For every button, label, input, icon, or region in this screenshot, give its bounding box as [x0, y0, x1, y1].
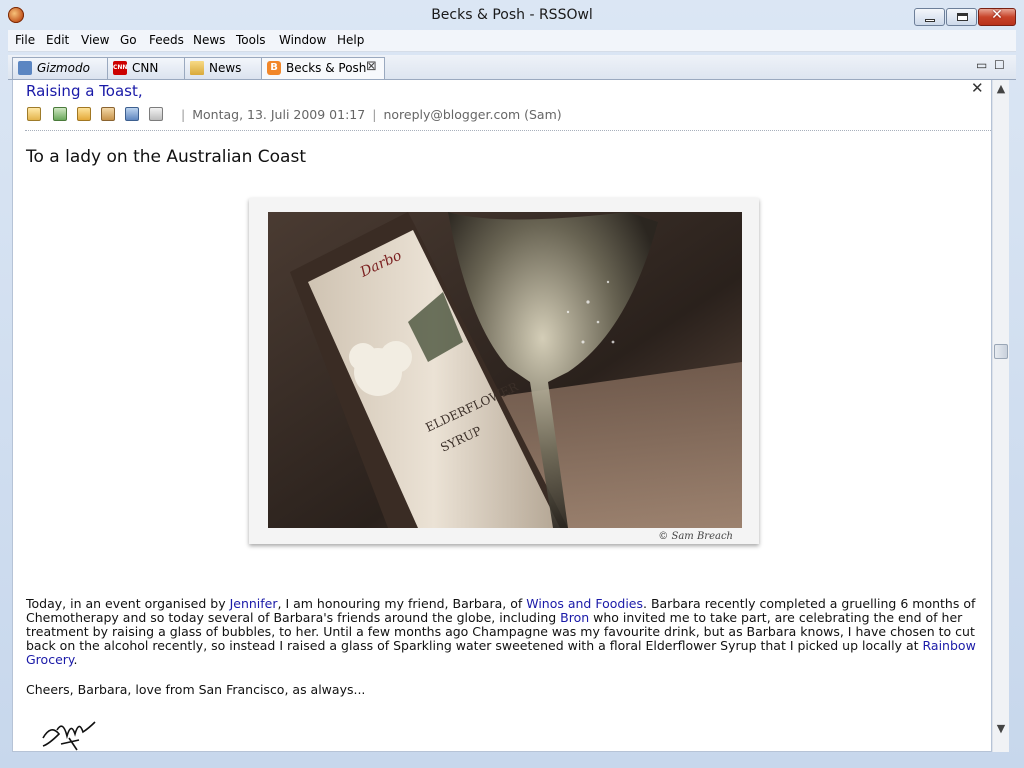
article-title-link[interactable]: Raising a Toast, [26, 82, 143, 100]
article-photo-frame: ELDERFLOWER SYRUP Darbo © Sam Breach [249, 198, 759, 544]
close-article-icon[interactable]: ✕ [971, 80, 984, 97]
tab-bar: Gizmodo CNN CNN News B Becks & Posh ⊠ ▭ … [8, 55, 1016, 80]
minimize-button[interactable] [914, 8, 945, 26]
signature-image [42, 721, 96, 751]
menu-tools[interactable]: Tools [236, 33, 266, 47]
tab-label: News [209, 61, 242, 75]
body-text: . [73, 652, 78, 667]
link-jennifer[interactable]: Jennifer [230, 596, 278, 611]
article-headline: To a lady on the Australian Coast [26, 147, 306, 167]
close-icon: ✕ [991, 7, 1003, 23]
close-window-button[interactable]: ✕ [978, 7, 1016, 26]
article-body: Today, in an event organised by Jennifer… [26, 597, 986, 667]
window-title: Becks & Posh - RSSOwl [431, 7, 593, 23]
minimize-icon [925, 19, 935, 22]
folder-icon [190, 61, 204, 75]
close-tab-icon[interactable]: ⊠ [366, 59, 377, 74]
menu-window[interactable]: Window [279, 33, 326, 47]
scroll-down-icon[interactable]: ▼ [993, 722, 1009, 735]
article-photo[interactable]: ELDERFLOWER SYRUP Darbo [268, 212, 742, 528]
scrollbar-thumb[interactable] [994, 344, 1008, 359]
article-meta: | Montag, 13. Juli 2009 01:17 | noreply@blo… [181, 107, 562, 122]
tab-label: CNN [132, 61, 159, 75]
tab-news[interactable]: News [184, 57, 262, 79]
blogger-icon: B [267, 61, 281, 75]
link-bron[interactable]: Bron [560, 610, 589, 625]
minimize-view-icon[interactable]: ▭ [976, 58, 987, 72]
edit-icon[interactable] [27, 107, 41, 121]
vertical-scrollbar[interactable]: ▲ ▼ [992, 80, 1009, 752]
body-text: Today, in an event organised by [26, 596, 230, 611]
application-window: Becks & Posh - RSSOwl ✕ File Edit View G… [0, 0, 1024, 768]
maximize-view-icon[interactable]: ☐ [994, 58, 1005, 72]
article-signoff: Cheers, Barbara, love from San Francisco… [26, 682, 366, 697]
meta-divider [25, 130, 991, 131]
archive-icon[interactable] [101, 107, 115, 121]
article-viewer: Raising a Toast, ✕ | Montag, 13. Juli 200… [12, 80, 992, 752]
rss-feed-icon [18, 61, 32, 75]
link-winos-and-foodies[interactable]: Winos and Foodies [526, 596, 643, 611]
tab-label: Becks & Posh [286, 61, 367, 75]
tab-becks-posh[interactable]: B Becks & Posh ⊠ [261, 57, 385, 79]
title-bar[interactable]: Becks & Posh - RSSOwl ✕ [0, 0, 1024, 30]
tab-cnn[interactable]: CNN CNN [107, 57, 185, 79]
move-to-folder-icon[interactable] [77, 107, 91, 121]
menu-go[interactable]: Go [120, 33, 137, 47]
maximize-button[interactable] [946, 8, 977, 26]
menu-news[interactable]: News [193, 33, 225, 47]
menu-file[interactable]: File [15, 33, 35, 47]
menu-bar: File Edit View Go Feeds News Tools Windo… [8, 30, 1016, 52]
article-author[interactable]: noreply@blogger.com (Sam) [383, 107, 561, 122]
tab-label: Gizmodo [37, 61, 90, 75]
tab-gizmodo[interactable]: Gizmodo [12, 57, 108, 79]
cnn-logo-icon: CNN [113, 61, 127, 75]
menu-help[interactable]: Help [337, 33, 364, 47]
menu-edit[interactable]: Edit [46, 33, 69, 47]
photo-credit: © Sam Breach [658, 531, 733, 542]
scroll-up-icon[interactable]: ▲ [993, 82, 1009, 95]
menu-view[interactable]: View [81, 33, 109, 47]
maximize-icon [957, 13, 968, 21]
share-icon[interactable] [125, 107, 139, 121]
elderflower-syrup-photo: ELDERFLOWER SYRUP Darbo [268, 212, 742, 528]
article-date: Montag, 13. Juli 2009 01:17 [192, 107, 366, 122]
body-text: , I am honouring my friend, Barbara, of [277, 596, 527, 611]
label-icon[interactable] [53, 107, 67, 121]
attachment-icon[interactable] [149, 107, 163, 121]
menu-feeds[interactable]: Feeds [149, 33, 184, 47]
